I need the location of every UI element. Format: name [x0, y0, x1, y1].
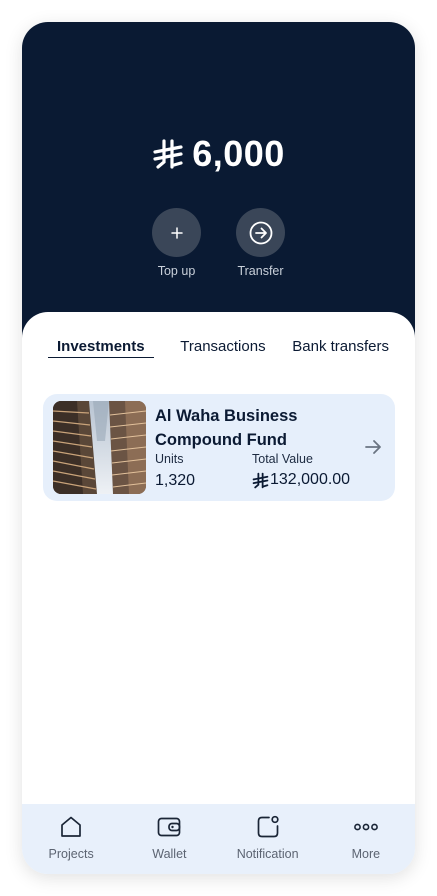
tab-bank-transfers[interactable]: Bank transfers	[292, 338, 389, 358]
nav-label-projects: Projects	[48, 847, 94, 861]
total-value: 132,000.00	[252, 471, 350, 489]
total-value-amount: 132,000.00	[270, 471, 351, 488]
wallet-icon	[158, 817, 181, 837]
nav-item-notification[interactable]: Notification	[219, 804, 317, 874]
transfer-circle[interactable]	[236, 208, 285, 257]
transfer-button[interactable]: Transfer	[236, 208, 286, 278]
bottom-navigation: Projects Wallet Notification More	[22, 804, 415, 874]
arrow-right-icon[interactable]	[363, 437, 383, 457]
arrow-right-circle-icon	[249, 221, 272, 244]
nav-item-projects[interactable]: Projects	[22, 804, 120, 874]
plus-icon	[170, 226, 183, 239]
transfer-label: Transfer	[237, 264, 284, 278]
more-dots-icon	[353, 823, 378, 831]
fund-image	[53, 401, 146, 494]
content-sheet: Investments Transactions Bank transfers	[22, 312, 415, 804]
tab-transactions[interactable]: Transactions	[180, 338, 265, 358]
total-value-label: Total Value	[252, 452, 313, 466]
home-icon	[61, 816, 81, 837]
nav-label-notification: Notification	[236, 847, 299, 861]
nav-label-more: More	[351, 847, 381, 861]
balance-amount: 6,000	[192, 133, 285, 174]
nav-item-more[interactable]: More	[317, 804, 415, 874]
nav-item-wallet[interactable]: Wallet	[120, 804, 218, 874]
tab-investments[interactable]: Investments	[48, 338, 154, 358]
saudi-riyal-icon	[252, 472, 269, 488]
app-screen: 6,000 Top up Transfer Investments Transa…	[22, 22, 415, 874]
wallet-actions: Top up Transfer	[22, 208, 415, 278]
saudi-riyal-icon	[153, 139, 183, 169]
investment-card[interactable]: Al Waha Business Compound Fund Units 1,3…	[43, 394, 395, 501]
nav-label-wallet: Wallet	[152, 847, 187, 861]
notification-icon	[257, 815, 279, 838]
units-value: 1,320	[155, 472, 196, 489]
wallet-header: 6,000 Top up Transfer	[22, 22, 415, 352]
fund-name: Al Waha Business Compound Fund	[155, 407, 298, 449]
units-label: Units	[155, 452, 184, 466]
balance-display: 6,000	[22, 130, 415, 178]
top-up-label: Top up	[157, 264, 196, 278]
skyscrapers-photo	[53, 401, 146, 494]
tab-bar: Investments Transactions Bank transfers	[48, 338, 389, 358]
top-up-button[interactable]: Top up	[152, 208, 202, 278]
top-up-circle[interactable]	[152, 208, 201, 257]
